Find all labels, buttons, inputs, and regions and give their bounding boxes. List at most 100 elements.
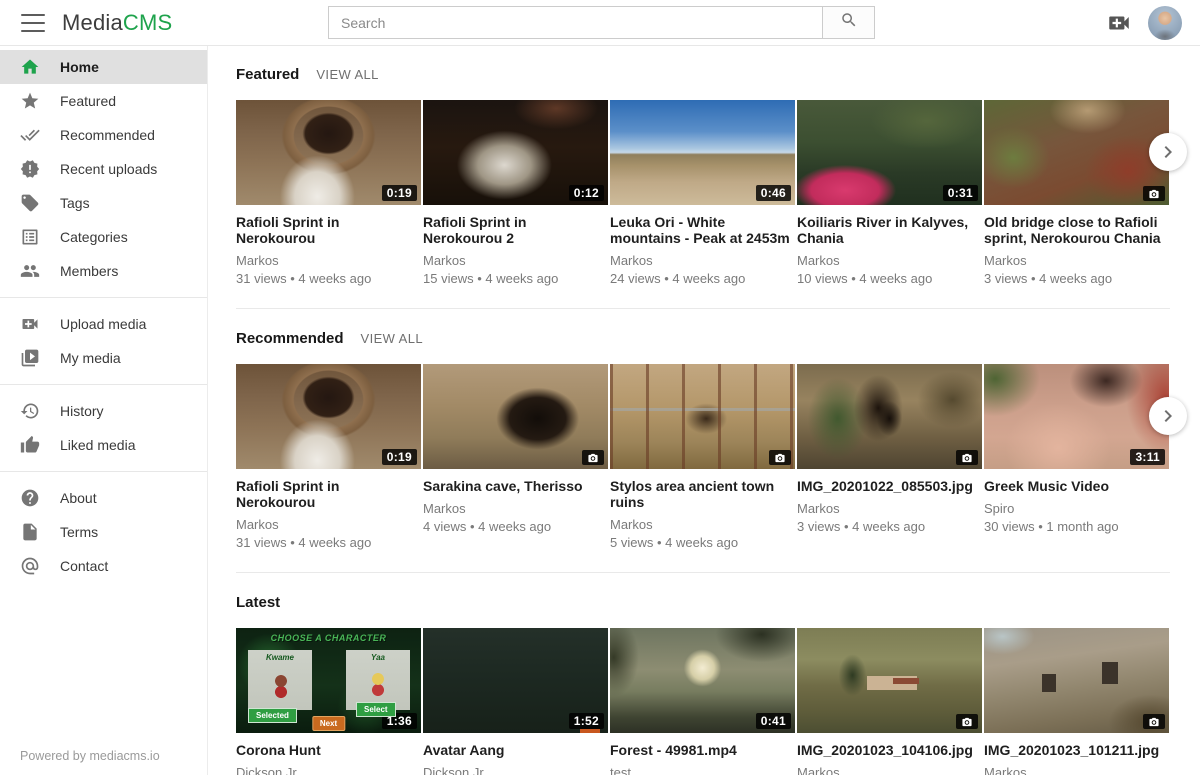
sidebar-item-terms[interactable]: Terms — [0, 515, 207, 549]
media-title[interactable]: IMG_20201023_101211.jpg — [984, 742, 1169, 758]
media-title[interactable]: Greek Music Video — [984, 478, 1169, 494]
media-title[interactable]: Old bridge close to Rafioli sprint, Nero… — [984, 214, 1169, 246]
media-thumbnail[interactable]: 0:19 — [236, 364, 421, 469]
media-thumbnail[interactable] — [984, 628, 1169, 733]
media-thumbnail[interactable]: 0:31 — [797, 100, 982, 205]
duration-badge: 0:12 — [569, 185, 604, 201]
menu-icon[interactable] — [21, 14, 45, 32]
media-card[interactable]: IMG_20201023_101211.jpgMarkos4 views • 4… — [984, 628, 1169, 775]
media-card[interactable]: 0:19Rafioli Sprint in NerokourouMarkos31… — [236, 100, 421, 286]
sidebar-item-upload-media[interactable]: Upload media — [0, 307, 207, 341]
sidebar-item-label: Recent uploads — [60, 161, 157, 177]
media-title[interactable]: Rafioli Sprint in Nerokourou 2 — [423, 214, 608, 246]
media-card[interactable]: 3:11Greek Music VideoSpiro30 views • 1 m… — [984, 364, 1169, 550]
media-title[interactable]: IMG_20201022_085503.jpg — [797, 478, 982, 494]
media-thumbnail[interactable]: 0:46 — [610, 100, 795, 205]
media-title[interactable]: Forest - 49981.mp4 — [610, 742, 795, 758]
search-button[interactable] — [822, 6, 875, 39]
duration-badge: 1:52 — [569, 713, 604, 729]
sidebar-item-contact[interactable]: Contact — [0, 549, 207, 583]
media-author[interactable]: test — [610, 765, 795, 775]
media-card[interactable]: 0:12 Rafioli Sprint in Nerokourou 2 Markos… — [423, 100, 608, 286]
media-title[interactable]: Rafioli Sprint in Nerokourou — [236, 214, 421, 246]
media-thumbnail[interactable] — [797, 628, 982, 733]
sidebar-item-members[interactable]: Members — [0, 254, 207, 288]
media-card[interactable]: 1:52Avatar AangDickson Jr.12 views • 1 w… — [423, 628, 608, 775]
sidebar-item-label: History — [60, 403, 104, 419]
media-thumbnail[interactable]: CHOOSE A CHARACTERKwameYaaSelectedSelect… — [236, 628, 421, 733]
media-author[interactable]: Spiro — [984, 501, 1169, 516]
star-icon — [20, 91, 40, 111]
media-author[interactable]: Markos — [236, 517, 421, 532]
media-author[interactable]: Markos — [984, 253, 1169, 268]
sidebar-item-tags[interactable]: Tags — [0, 186, 207, 220]
media-title[interactable]: Stylos area ancient town ruins — [610, 478, 795, 510]
media-thumbnail[interactable]: 0:19 — [236, 100, 421, 205]
sidebar-item-home[interactable]: Home — [0, 50, 207, 84]
section-title: Recommended — [236, 330, 344, 347]
media-card[interactable]: Sarakina cave, TherissoMarkos4 views • 4… — [423, 364, 608, 550]
sidebar-item-liked-media[interactable]: Liked media — [0, 428, 207, 462]
media-author[interactable]: Markos — [797, 501, 982, 516]
media-card[interactable]: 0:41Forest - 49981.mp4test17 views • 3 w… — [610, 628, 795, 775]
sidebar: Home Featured Recommended Recent uploads Tag… — [0, 46, 208, 775]
media-title[interactable]: Leuka Ori - White mountains - Peak at 24… — [610, 214, 795, 246]
media-thumbnail[interactable] — [423, 364, 608, 469]
video-library-icon — [20, 348, 40, 368]
media-author[interactable]: Markos — [610, 253, 795, 268]
media-title[interactable]: Avatar Aang — [423, 742, 608, 758]
media-card[interactable]: 0:46 Leuka Ori - White mountains - Peak a… — [610, 100, 795, 286]
media-card[interactable]: Old bridge close to Rafioli sprint, Nero… — [984, 100, 1169, 286]
media-author[interactable]: Markos — [797, 765, 982, 775]
media-card[interactable]: CHOOSE A CHARACTERKwameYaaSelectedSelect… — [236, 628, 421, 775]
video-call-icon[interactable] — [1106, 10, 1132, 36]
media-thumbnail[interactable] — [610, 364, 795, 469]
sidebar-item-history[interactable]: History — [0, 394, 207, 428]
media-card[interactable]: IMG_20201022_085503.jpgMarkos3 views • 4… — [797, 364, 982, 550]
media-thumbnail[interactable]: 3:11 — [984, 364, 1169, 469]
media-author[interactable]: Markos — [423, 501, 608, 516]
media-author[interactable]: Dickson Jr. — [423, 765, 608, 775]
sidebar-item-my-media[interactable]: My media — [0, 341, 207, 375]
sidebar-item-about[interactable]: About — [0, 481, 207, 515]
sidebar-item-recommended[interactable]: Recommended — [0, 118, 207, 152]
media-thumbnail[interactable] — [797, 364, 982, 469]
next-arrow-button[interactable] — [1149, 133, 1187, 171]
sidebar-item-categories[interactable]: Categories — [0, 220, 207, 254]
media-card[interactable]: IMG_20201023_104106.jpgMarkos4 views • 4… — [797, 628, 982, 775]
sidebar-item-label: Home — [60, 59, 99, 75]
media-author[interactable]: Markos — [797, 253, 982, 268]
media-author[interactable]: Dickson Jr. — [236, 765, 421, 775]
app-logo[interactable]: MediaCMS — [62, 10, 172, 36]
media-title[interactable]: IMG_20201023_104106.jpg — [797, 742, 982, 758]
media-author[interactable]: Markos — [423, 253, 608, 268]
media-card[interactable]: 0:19Rafioli Sprint in NerokourouMarkos31… — [236, 364, 421, 550]
media-thumbnail[interactable]: 1:52 — [423, 628, 608, 733]
media-card[interactable]: Stylos area ancient town ruinsMarkos5 vi… — [610, 364, 795, 550]
media-author[interactable]: Markos — [236, 253, 421, 268]
duration-badge: 0:31 — [943, 185, 978, 201]
view-all-link[interactable]: VIEW ALL — [316, 67, 378, 82]
next-arrow-button[interactable] — [1149, 397, 1187, 435]
media-meta: 24 views • 4 weeks ago — [610, 271, 795, 286]
game-overlay-next: Next — [312, 716, 345, 731]
media-title[interactable]: Rafioli Sprint in Nerokourou — [236, 478, 421, 510]
media-thumbnail[interactable] — [984, 100, 1169, 205]
media-thumbnail[interactable]: 0:12 — [423, 100, 608, 205]
search-bar — [328, 6, 875, 39]
media-thumbnail[interactable]: 0:41 — [610, 628, 795, 733]
user-avatar[interactable] — [1148, 6, 1182, 40]
view-all-link[interactable]: VIEW ALL — [361, 331, 423, 346]
media-card[interactable]: 0:31 Koiliaris River in Kalyves, Chania Ma… — [797, 100, 982, 286]
at-email-icon — [20, 556, 40, 576]
media-author[interactable]: Markos — [610, 517, 795, 532]
sidebar-item-featured[interactable]: Featured — [0, 84, 207, 118]
media-title[interactable]: Sarakina cave, Therisso — [423, 478, 608, 494]
sidebar-item-label: Featured — [60, 93, 116, 109]
media-author[interactable]: Markos — [984, 765, 1169, 775]
media-title[interactable]: Corona Hunt — [236, 742, 421, 758]
help-icon — [20, 488, 40, 508]
sidebar-item-recent-uploads[interactable]: Recent uploads — [0, 152, 207, 186]
search-input[interactable] — [328, 6, 822, 39]
media-title[interactable]: Koiliaris River in Kalyves, Chania — [797, 214, 982, 246]
